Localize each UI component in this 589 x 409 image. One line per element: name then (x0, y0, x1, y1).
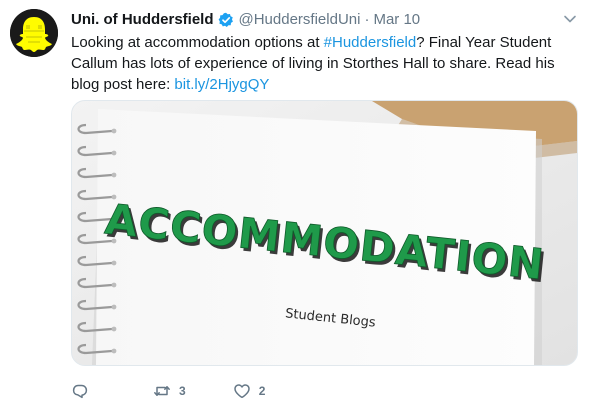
verified-badge-icon (218, 12, 234, 28)
tweet-text: Looking at accommodation options at #Hud… (71, 32, 576, 95)
snapchat-ghost-icon (10, 9, 58, 57)
tweet-header: Uni. of Huddersfield @HuddersfieldUni · … (71, 10, 420, 30)
accommodation-image: ACCOMMODATION ACCOMMODATION Student Blog… (72, 101, 577, 365)
tweet-media-image[interactable]: ACCOMMODATION ACCOMMODATION Student Blog… (71, 100, 578, 366)
reply-icon (71, 382, 89, 400)
chevron-down-icon[interactable] (563, 12, 577, 26)
avatar[interactable] (10, 9, 58, 57)
blog-link[interactable]: bit.ly/2HjygQY (174, 76, 269, 93)
separator-dot: · (364, 11, 370, 28)
like-button[interactable]: 2 (233, 382, 266, 400)
tweet: Uni. of Huddersfield @HuddersfieldUni · … (0, 0, 589, 409)
tweet-text-part: Looking at accommodation options at (71, 34, 324, 51)
retweet-icon (153, 382, 171, 400)
tweet-actions: 3 2 (71, 380, 265, 402)
retweet-button[interactable]: 3 (153, 382, 186, 400)
user-handle[interactable]: @HuddersfieldUni (239, 10, 361, 30)
reply-button[interactable] (71, 382, 89, 400)
hashtag-link[interactable]: #Huddersfield (324, 34, 417, 51)
user-name[interactable]: Uni. of Huddersfield (71, 10, 214, 30)
heart-icon (233, 382, 251, 400)
retweet-count: 3 (179, 384, 186, 398)
tweet-timestamp[interactable]: Mar 10 (373, 10, 420, 30)
like-count: 2 (258, 384, 266, 398)
